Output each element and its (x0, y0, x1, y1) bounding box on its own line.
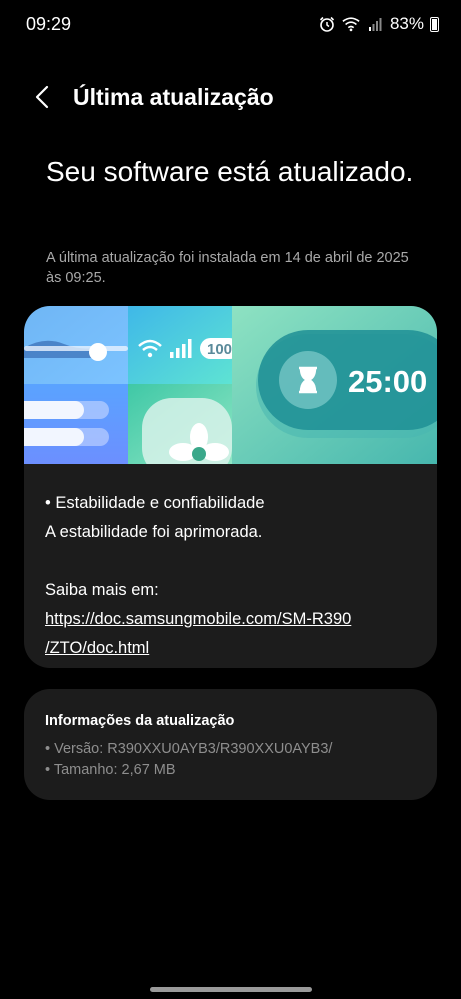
status-headline: Seu software está atualizado. (46, 156, 414, 187)
status-icons: 83% (318, 14, 439, 34)
battery-icon (430, 16, 439, 32)
size-info: • Tamanho: 2,67 MB (45, 762, 176, 778)
page-title: Última atualização (73, 84, 274, 110)
doc-link-line2: /ZTO/doc.html (45, 639, 150, 657)
back-button[interactable] (28, 82, 58, 112)
signal-icon (368, 18, 382, 31)
note-description: A estabilidade foi aprimorada. (45, 523, 263, 541)
note-bullet: • Estabilidade e confiabilidade (45, 494, 265, 512)
home-indicator[interactable] (150, 987, 312, 992)
update-info-title: Informações da atualização (45, 713, 235, 729)
update-notes: • Estabilidade e confiabilidade A estabi… (24, 469, 437, 663)
wifi-icon (342, 17, 360, 32)
version-info: • Versão: R390XXU0AYB3/R390XXU0AYB3/ (45, 741, 333, 757)
app-header: Última atualização (0, 76, 461, 120)
install-note: A última atualização foi instalada em 14… (46, 250, 409, 286)
status-bar: 09:29 83% (0, 0, 461, 50)
update-details-card: 100 25:00 • Estabilidade e confiabilidad… (24, 306, 437, 668)
banner-timer: 25:00 (348, 364, 427, 399)
chevron-left-icon (35, 85, 49, 109)
banner-badge: 100 (207, 341, 232, 358)
learn-more-label: Saiba mais em: (45, 581, 159, 599)
status-time: 09:29 (26, 14, 72, 34)
doc-link[interactable]: https://doc.samsungmobile.com/SM-R390 /Z… (45, 605, 416, 663)
alarm-icon (319, 16, 335, 32)
battery-percentage: 83% (389, 14, 424, 33)
feature-banner: 100 25:00 (24, 306, 437, 478)
doc-link-line1: https://doc.samsungmobile.com/SM-R390 (45, 610, 352, 628)
update-info-card: Informações da atualização • Versão: R39… (24, 689, 437, 800)
